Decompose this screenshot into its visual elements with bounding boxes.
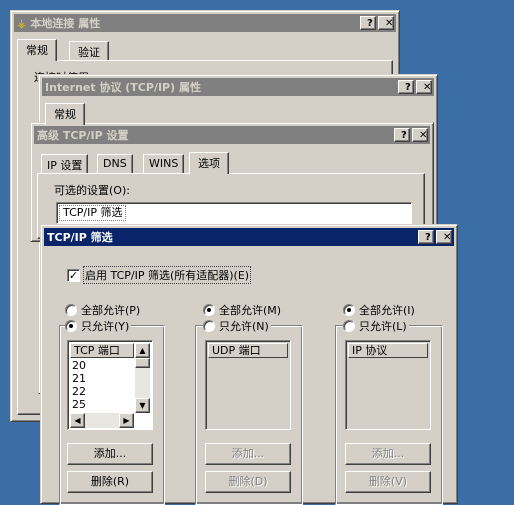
window-title: TCP/IP 筛选 xyxy=(47,231,113,244)
tcp-add-button[interactable]: 添加... xyxy=(67,443,153,465)
tcpip-filtering-window: TCP/IP 筛选 ? ✕ ✓ 启用 TCP/IP 筛选(所有适配器)(E) 全… xyxy=(40,224,458,505)
close-button[interactable]: ✕ xyxy=(378,16,394,30)
scroll-left-arrow-icon[interactable]: ◀ xyxy=(70,413,85,428)
ip-add-button[interactable]: 添加... xyxy=(345,443,431,465)
ip-protocols-column-header[interactable]: IP 协议 xyxy=(348,343,428,358)
radio-indicator xyxy=(203,320,215,332)
tab-label: DNS xyxy=(103,157,127,170)
help-button[interactable]: ? xyxy=(398,80,414,94)
udp-remove-button[interactable]: 删除(D) xyxy=(205,471,291,493)
enable-filtering-checkbox-row[interactable]: ✓ 启用 TCP/IP 筛选(所有适配器)(E) xyxy=(67,266,252,284)
ip-protocols-list[interactable]: IP 协议 xyxy=(345,340,431,430)
tab-dns[interactable]: DNS xyxy=(97,154,133,173)
help-button[interactable]: ? xyxy=(418,230,434,244)
radio-label: 只允许(Y) xyxy=(81,320,130,333)
title-bar[interactable]: Internet 协议 (TCP/IP) 属性 ? ✕ xyxy=(42,78,434,96)
tab-label: 验证 xyxy=(78,46,100,59)
help-button[interactable]: ? xyxy=(360,16,376,30)
close-button[interactable]: ✕ xyxy=(416,80,432,94)
radio-indicator xyxy=(343,304,355,316)
tab-label: IP 设置 xyxy=(47,159,83,172)
tab-wins[interactable]: WINS xyxy=(143,154,185,173)
ip-permit-all-radio[interactable]: 全部允许(I) xyxy=(343,302,415,318)
title-bar[interactable]: 高级 TCP/IP 设置 ? ✕ xyxy=(34,126,430,144)
window-title: 本地连接 属性 xyxy=(30,17,101,30)
ip-permit-only-radio[interactable]: 只允许(L) xyxy=(343,318,409,334)
tcp-ports-items: 20 21 22 25 23 xyxy=(72,359,86,411)
tcp-ports-list[interactable]: TCP 端口 20 21 22 25 23 ▲ ▼ ◀ ▶ xyxy=(67,340,153,430)
enable-filtering-label: 启用 TCP/IP 筛选(所有适配器)(E) xyxy=(82,266,252,284)
tab-label: 选项 xyxy=(198,157,220,170)
window-title: 高级 TCP/IP 设置 xyxy=(37,129,129,142)
title-bar[interactable]: ⚶ 本地连接 属性 ? ✕ xyxy=(14,14,396,32)
radio-label: 全部允许(I) xyxy=(359,304,415,317)
udp-ports-column-header[interactable]: UDP 端口 xyxy=(208,343,288,358)
optional-settings-list[interactable]: TCP/IP 筛选 xyxy=(56,202,412,224)
scroll-up-arrow-icon[interactable]: ▲ xyxy=(135,343,150,358)
list-item[interactable]: TCP/IP 筛选 xyxy=(58,205,127,221)
radio-label: 只允许(N) xyxy=(219,320,269,333)
udp-add-button[interactable]: 添加... xyxy=(205,443,291,465)
tab-ip-settings[interactable]: IP 设置 xyxy=(41,154,89,173)
scroll-down-arrow-icon[interactable]: ▼ xyxy=(135,398,150,413)
radio-indicator xyxy=(65,304,77,316)
tab-general[interactable]: 常规 xyxy=(45,103,85,125)
list-item[interactable]: 22 xyxy=(72,385,86,398)
radio-indicator xyxy=(203,304,215,316)
list-item[interactable]: 21 xyxy=(72,372,86,385)
enable-filtering-checkbox[interactable]: ✓ xyxy=(67,268,80,282)
tcp-remove-button[interactable]: 删除(R) xyxy=(67,471,153,493)
tcp-ports-column-header[interactable]: TCP 端口 xyxy=(70,343,134,358)
tab-label: WINS xyxy=(149,157,179,170)
window-title: Internet 协议 (TCP/IP) 属性 xyxy=(45,81,201,94)
tab-label: 常规 xyxy=(54,108,76,121)
udp-permit-only-radio[interactable]: 只允许(N) xyxy=(203,318,271,334)
title-bar[interactable]: TCP/IP 筛选 ? ✕ xyxy=(44,228,454,246)
tab-general[interactable]: 常规 xyxy=(17,39,57,61)
network-icon: ⚶ xyxy=(17,16,27,30)
list-item[interactable]: 20 xyxy=(72,359,86,372)
tcp-permit-all-radio[interactable]: 全部允许(P) xyxy=(65,302,141,318)
close-button[interactable]: ✕ xyxy=(436,230,452,244)
tcp-permit-only-radio[interactable]: 只允许(Y) xyxy=(65,318,132,334)
radio-label: 全部允许(P) xyxy=(81,304,141,317)
scroll-thumb[interactable] xyxy=(135,358,150,368)
help-button[interactable]: ? xyxy=(394,128,410,142)
tab-authentication[interactable]: 验证 xyxy=(69,41,109,61)
scroll-right-arrow-icon[interactable]: ▶ xyxy=(119,413,134,428)
udp-permit-all-radio[interactable]: 全部允许(M) xyxy=(203,302,282,318)
radio-label: 全部允许(M) xyxy=(219,304,282,317)
optional-settings-label: 可选的设置(O): xyxy=(54,182,130,198)
radio-label: 只允许(L) xyxy=(359,320,407,333)
list-item[interactable]: 25 xyxy=(72,398,86,411)
tab-label: 常规 xyxy=(26,44,48,57)
ip-remove-button[interactable]: 删除(V) xyxy=(345,471,431,493)
radio-indicator xyxy=(343,320,355,332)
radio-indicator xyxy=(65,320,77,332)
close-button[interactable]: ✕ xyxy=(412,128,428,142)
udp-ports-list[interactable]: UDP 端口 xyxy=(205,340,291,430)
tab-options[interactable]: 选项 xyxy=(189,152,229,174)
